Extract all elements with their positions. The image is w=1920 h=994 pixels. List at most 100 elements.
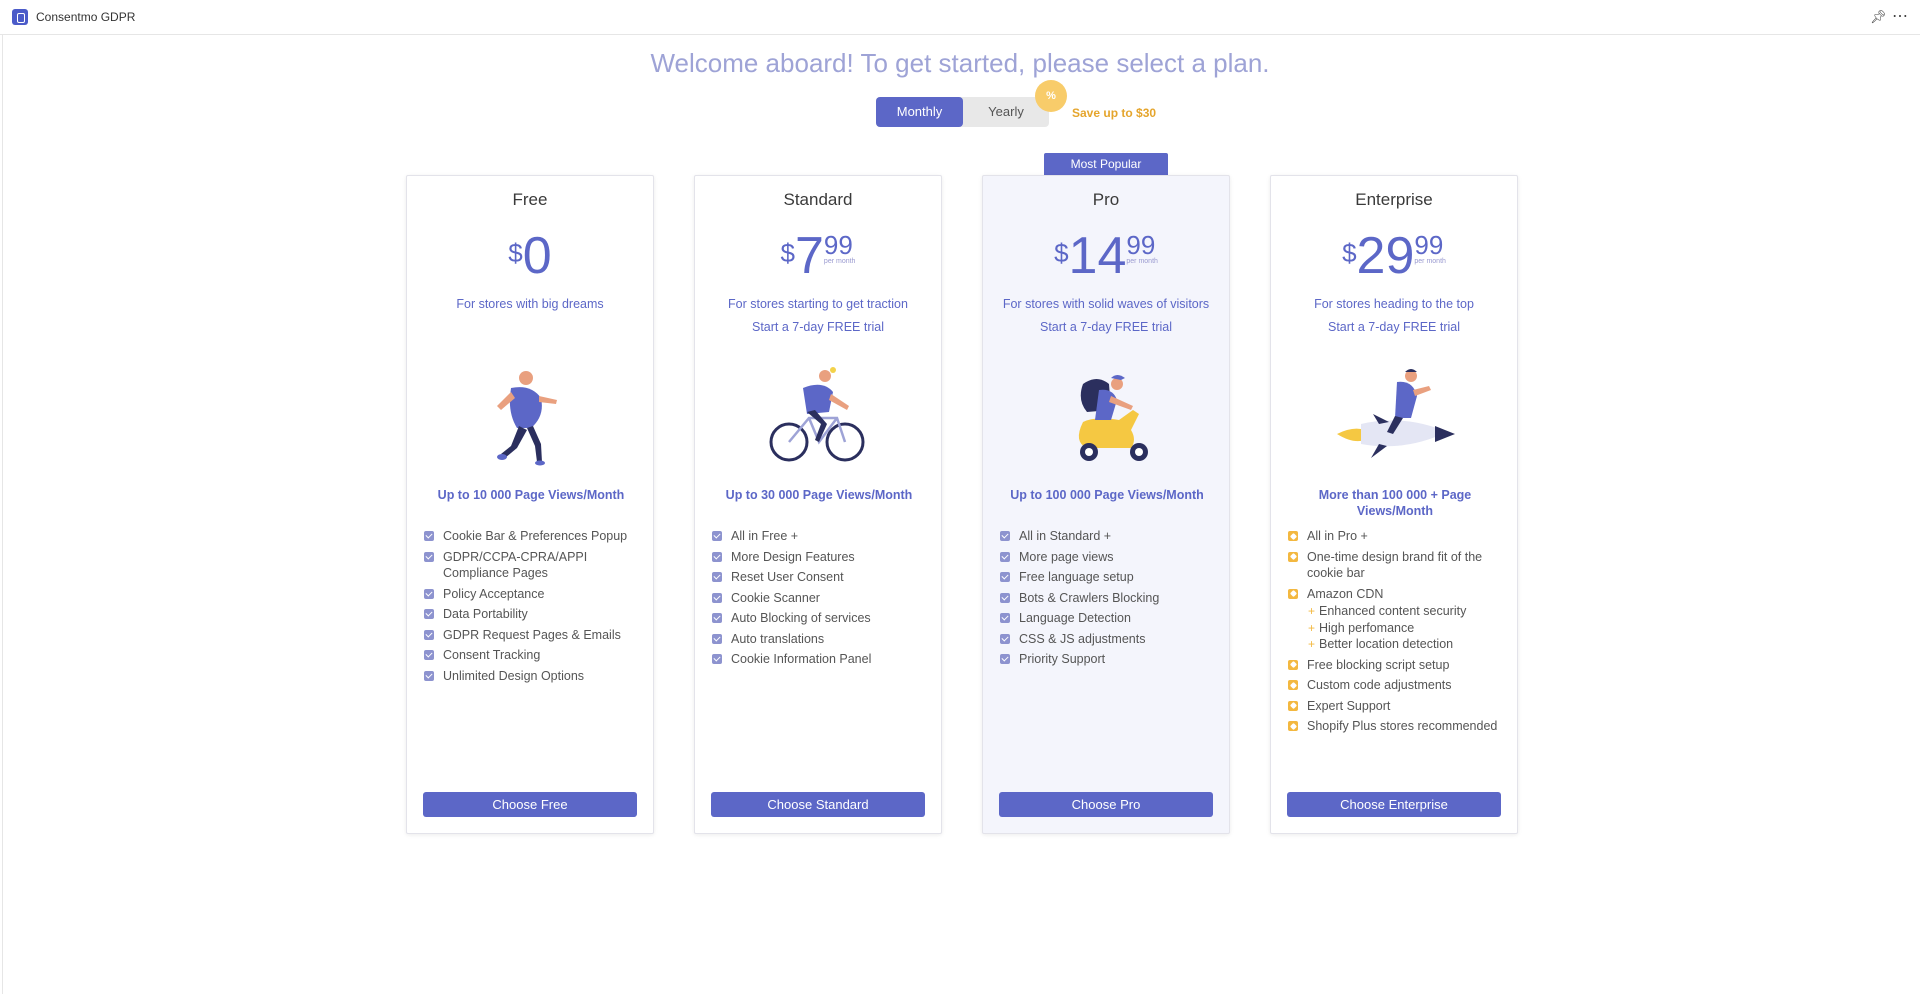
check-icon (424, 551, 434, 562)
list-item: Reset User Consent (712, 569, 934, 586)
page-views: Up to 10 000 Page Views/Month (437, 488, 625, 502)
list-item: More page views (1000, 549, 1222, 566)
trial-link[interactable]: Start a 7-day FREE trial (983, 320, 1229, 334)
choose-free-button[interactable]: Choose Free (423, 792, 637, 817)
plan-card-enterprise: Enterprise $29 99 per month For stores hea… (1270, 175, 1518, 834)
star-icon (1288, 531, 1298, 541)
plan-tagline: For stores with solid waves of visitors (1002, 297, 1210, 311)
price-main: 29 (1356, 227, 1415, 285)
check-icon (424, 531, 434, 541)
divider (2, 35, 3, 994)
plan-price: $0 (407, 228, 653, 288)
plan-price: $7 99 per month (695, 228, 941, 288)
plan-price: $29 99 per month (1271, 228, 1517, 288)
save-text: Save up to $30 (1072, 106, 1157, 120)
list-item: Consent Tracking (424, 647, 646, 664)
sub-list-item: + High perfomance (1308, 620, 1415, 635)
list-item: GDPR/CCPA-CPRA/APPI Compliance Pages (424, 549, 646, 582)
check-icon (1000, 654, 1010, 664)
check-icon (424, 670, 434, 681)
check-icon (424, 609, 434, 619)
price-currency: $ (1342, 238, 1357, 268)
feature-list: Cookie Bar & Preferences Popup GDPR/CCPA… (424, 528, 646, 688)
check-icon (712, 613, 722, 623)
app-logo-icon (12, 9, 28, 25)
star-icon (1288, 588, 1298, 599)
check-icon (1000, 531, 1010, 541)
trial-link[interactable]: Start a 7-day FREE trial (695, 320, 941, 334)
plan-card-free: Free $0 For stores with big dreams Up to… (406, 175, 654, 834)
list-item: Cookie Information Panel (712, 651, 934, 668)
list-item: CSS & JS adjustments (1000, 631, 1222, 648)
runner-illustration (497, 371, 557, 466)
per-month-label: per month (1414, 258, 1446, 265)
check-icon (424, 629, 434, 640)
per-month-label: per month (1126, 258, 1158, 265)
plan-name: Standard (783, 190, 853, 209)
check-icon (1000, 633, 1010, 644)
star-icon (1288, 680, 1298, 690)
list-item: Shopify Plus stores recommended (1288, 718, 1510, 735)
list-item: Bots & Crawlers Blocking (1000, 590, 1222, 607)
list-item: All in Standard + (1000, 528, 1222, 545)
list-item: Cookie Bar & Preferences Popup (424, 528, 646, 545)
list-item: Policy Acceptance (424, 586, 646, 603)
check-icon (1000, 592, 1010, 603)
pin-icon[interactable]: 📌︎ (1870, 9, 1887, 25)
list-item: All in Pro + (1288, 528, 1510, 545)
price-cents: 99 (1126, 230, 1156, 260)
choose-pro-button[interactable]: Choose Pro (999, 792, 1213, 817)
check-icon (712, 551, 722, 562)
list-item: Free language setup (1000, 569, 1222, 586)
check-icon (424, 650, 434, 660)
cyclist-illustration (769, 367, 865, 462)
plan-name: Pro (1092, 190, 1120, 209)
plan-tagline: For stores with big dreams (456, 297, 604, 311)
star-icon (1288, 551, 1298, 562)
list-item: Cookie Scanner (712, 590, 934, 607)
price-cents: 99 (823, 230, 853, 260)
price-main: 0 (522, 227, 552, 285)
list-item: Expert Support (1288, 698, 1510, 715)
star-icon (1288, 700, 1298, 711)
check-icon (424, 588, 434, 599)
list-item: More Design Features (712, 549, 934, 566)
sub-list-item: + Better location detection (1308, 637, 1454, 651)
list-item: Auto translations (712, 631, 934, 648)
check-icon (712, 654, 722, 664)
percent-badge: % (1035, 80, 1067, 112)
plan-name: Enterprise (1355, 190, 1433, 209)
sub-list-item: + Enhanced content security (1308, 604, 1467, 618)
choose-enterprise-button[interactable]: Choose Enterprise (1287, 792, 1501, 817)
price-currency: $ (780, 238, 795, 268)
page-views: Up to 100 000 Page Views/Month (1010, 488, 1204, 502)
list-item: Free blocking script setup (1288, 657, 1510, 674)
more-options-icon[interactable]: ⋯ (1892, 6, 1909, 26)
choose-standard-button[interactable]: Choose Standard (711, 792, 925, 817)
plus-icon: + (1308, 604, 1316, 618)
list-item: Custom code adjustments (1288, 677, 1510, 694)
billing-toggle[interactable]: Monthly Yearly (876, 97, 1049, 127)
page-title: Welcome aboard! To get started, please s… (650, 48, 1270, 78)
check-icon (1000, 613, 1010, 623)
feature-list: All in Free + More Design Features Reset… (712, 528, 934, 672)
page-views: Up to 30 000 Page Views/Month (725, 488, 913, 502)
check-icon (712, 572, 722, 582)
check-icon (1000, 551, 1010, 562)
list-item: One-time design brand fit of the cookie … (1288, 549, 1510, 582)
rocket-illustration (1337, 369, 1455, 458)
price-currency: $ (508, 238, 523, 268)
monthly-toggle-button[interactable]: Monthly (876, 97, 963, 127)
list-item: Auto Blocking of services (712, 610, 934, 627)
feature-list: All in Standard + More page views Free l… (1000, 528, 1222, 672)
scooter-illustration (1078, 375, 1148, 461)
most-popular-badge: Most Popular (1044, 153, 1168, 175)
plan-tagline: For stores starting to get traction (728, 297, 908, 311)
trial-link[interactable]: Start a 7-day FREE trial (1271, 320, 1517, 334)
plan-price: $14 99 per month (983, 228, 1229, 288)
list-item: Unlimited Design Options (424, 668, 646, 685)
list-item: All in Free + (712, 528, 934, 545)
feature-list: All in Pro + One-time design brand fit o… (1288, 528, 1510, 739)
plus-icon: + (1308, 637, 1316, 651)
price-cents: 99 (1414, 230, 1444, 260)
